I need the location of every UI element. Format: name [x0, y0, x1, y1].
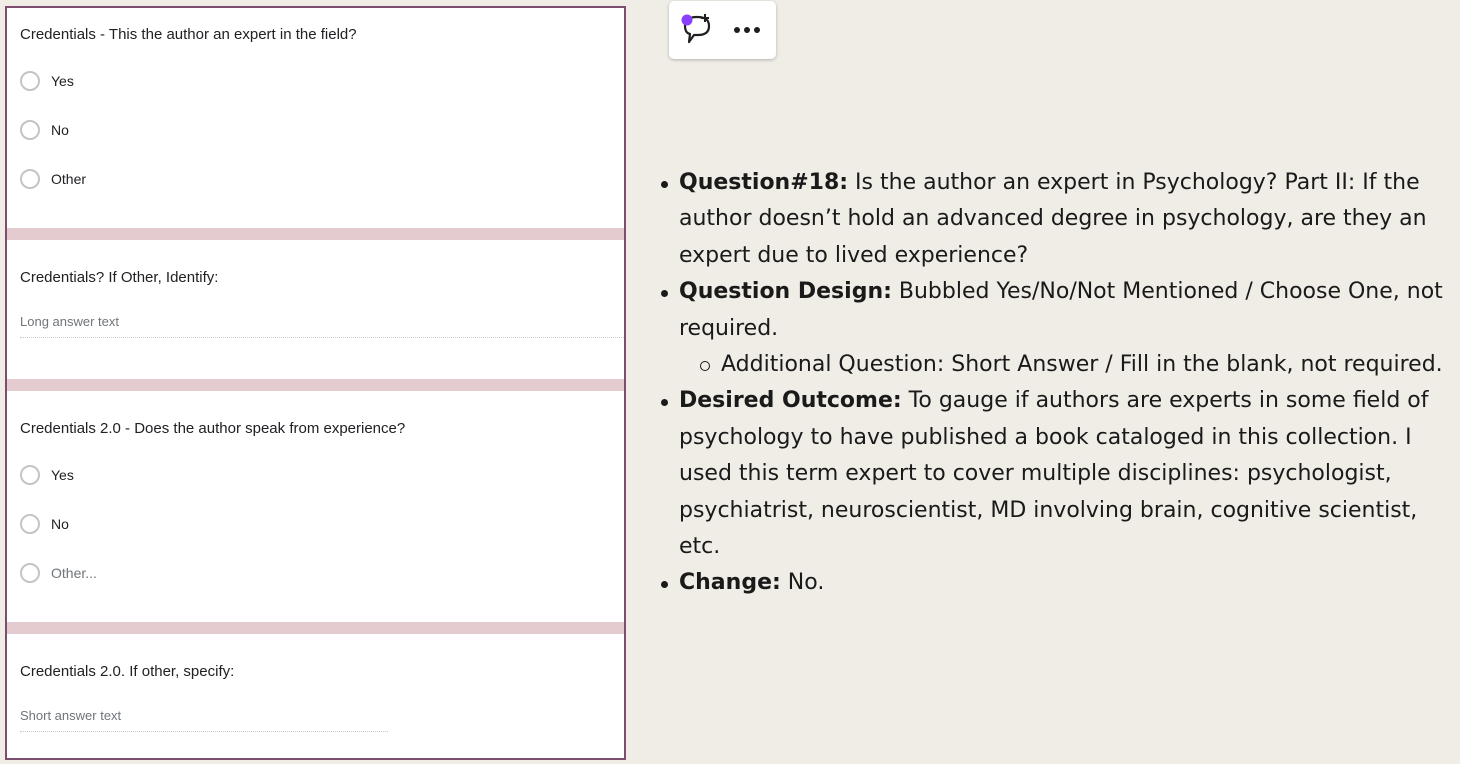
option-label: Other [51, 171, 87, 187]
question-4-title: Credentials 2.0. If other, specify: [20, 663, 235, 680]
long-answer-field[interactable]: Long answer text [20, 314, 624, 338]
add-comment-icon [681, 14, 711, 44]
short-answer-field[interactable]: Short answer text [20, 708, 388, 732]
note-change: Change: No. [658, 565, 1458, 601]
option-label: Other... [51, 565, 97, 581]
question-3-title: Credentials 2.0 - Does the author speak … [20, 420, 406, 437]
q1-option-no[interactable]: No [20, 119, 69, 141]
form-preview-panel: Credentials - This the author an expert … [5, 6, 626, 760]
notes-list: Question#18: Is the author an expert in … [658, 165, 1458, 602]
note-label: Change: [679, 570, 781, 596]
option-label: Yes [51, 73, 74, 89]
option-label: No [51, 516, 69, 532]
comment-toolbar [669, 1, 776, 59]
q3-option-yes[interactable]: Yes [20, 464, 74, 486]
note-label: Question Design: [679, 279, 892, 305]
note-label: Desired Outcome: [679, 388, 902, 414]
note-body: To gauge if authors are experts in some … [679, 388, 1429, 560]
sub-list: Additional Question: Short Answer / Fill… [679, 347, 1458, 383]
note-desired-outcome: Desired Outcome: To gauge if authors are… [658, 383, 1458, 565]
notes-text: Question#18: Is the author an expert in … [658, 165, 1458, 602]
note-body: No. [780, 570, 825, 596]
question-1-title: Credentials - This the author an expert … [20, 26, 357, 43]
section-divider [7, 228, 624, 240]
radio-button-icon[interactable] [20, 514, 40, 534]
note-label: Question#18: [679, 170, 849, 195]
more-options-button[interactable] [729, 15, 765, 45]
radio-button-icon[interactable] [20, 465, 40, 485]
q1-option-yes[interactable]: Yes [20, 70, 74, 92]
section-divider [7, 622, 624, 634]
section-divider [7, 379, 624, 391]
option-label: No [51, 122, 69, 138]
radio-button-icon[interactable] [20, 169, 40, 189]
more-horizontal-icon [734, 27, 760, 33]
note-sub-item: Additional Question: Short Answer / Fill… [679, 347, 1458, 383]
q3-option-other[interactable]: Other... [20, 562, 97, 584]
radio-button-icon[interactable] [20, 563, 40, 583]
q3-option-no[interactable]: No [20, 513, 69, 535]
add-comment-button[interactable] [679, 11, 719, 49]
note-question-number: Question#18: Is the author an expert in … [658, 165, 1458, 274]
radio-button-icon[interactable] [20, 71, 40, 91]
q1-option-other[interactable]: Other [20, 168, 86, 190]
option-label: Yes [51, 467, 74, 483]
question-2-title: Credentials? If Other, Identify: [20, 269, 219, 286]
radio-button-icon[interactable] [20, 120, 40, 140]
note-question-design: Question Design: Bubbled Yes/No/Not Ment… [658, 274, 1458, 383]
